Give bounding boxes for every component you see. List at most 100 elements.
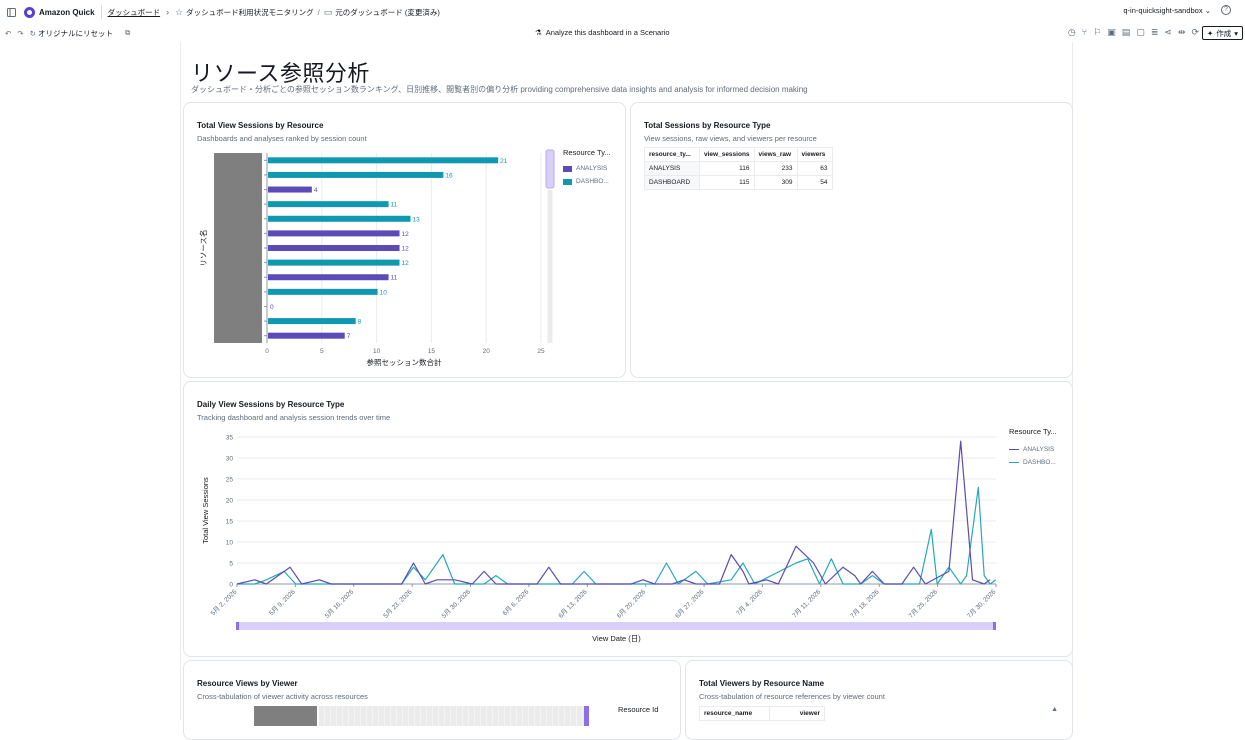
page-subtitle: ダッシュボード・分析ごとの参照セッション数ランキング、日別推移、閲覧者別の偏り分… bbox=[191, 85, 808, 94]
visual-title: Total Sessions by Resource Type bbox=[644, 121, 771, 130]
data-label: 21 bbox=[500, 158, 508, 165]
visual-viewers-by-name[interactable]: Total Viewers by Resource Name Cross-tab… bbox=[685, 660, 1073, 740]
visual-daily-sessions[interactable]: Daily View Sessions by Resource Type Tra… bbox=[183, 381, 1073, 657]
breadcrumb-separator: / bbox=[317, 7, 320, 17]
table-row[interactable]: DASHBOARD 115 309 54 bbox=[644, 175, 833, 190]
x-tick-label: 6月 20, 2026 bbox=[615, 587, 647, 619]
column-header[interactable]: views_raw bbox=[753, 147, 798, 162]
legend-item-analysis[interactable]: ANALYSIS bbox=[1009, 446, 1057, 453]
create-label: 作成 bbox=[1216, 28, 1232, 38]
column-header[interactable]: viewers bbox=[796, 147, 833, 162]
x-axis-title: View Date (日) bbox=[592, 634, 641, 643]
y-tick-label: 5 bbox=[229, 561, 233, 568]
chevron-right-icon: › bbox=[166, 7, 170, 17]
range-handle-right bbox=[993, 622, 996, 630]
data-label: 13 bbox=[412, 216, 420, 223]
top-bar: Amazon Quick ダッシュボード › ☆ ダッシュボード利用状況モニタリ… bbox=[0, 0, 1245, 24]
sheet-icon: ▭ bbox=[323, 6, 333, 17]
redo-icon[interactable]: ↷ bbox=[17, 29, 23, 38]
x-tick-label: 5月 30, 2026 bbox=[440, 587, 472, 619]
bar bbox=[268, 201, 389, 208]
bar bbox=[268, 318, 356, 325]
visual-sessions-by-resource[interactable]: Total View Sessions by Resource Dashboar… bbox=[183, 102, 626, 378]
pivot-table: resource_name viewer bbox=[699, 706, 825, 721]
breadcrumb-current: 元のダッシュボード (変更済み) bbox=[335, 7, 440, 17]
bar bbox=[268, 186, 312, 193]
x-tick-label: 5月 2, 2026 bbox=[209, 587, 239, 617]
data-label: 12 bbox=[402, 260, 410, 267]
reset-button[interactable]: ↻ オリジナルにリセット bbox=[30, 28, 113, 39]
column-header[interactable]: resource_name bbox=[699, 706, 770, 721]
bar bbox=[268, 259, 400, 266]
legend-item-dashboard[interactable]: DASHBO... bbox=[1009, 459, 1057, 466]
legend-swatch bbox=[1009, 448, 1019, 451]
present-icon[interactable]: ⧉ bbox=[125, 28, 130, 38]
y-tick-label: 20 bbox=[226, 498, 234, 505]
y-tick-label: 25 bbox=[226, 477, 234, 484]
undo-icon[interactable]: ↶ bbox=[5, 29, 11, 38]
divider bbox=[100, 5, 102, 19]
column-header[interactable]: resource_ty... bbox=[644, 147, 700, 162]
x-tick-label: 15 bbox=[428, 348, 436, 355]
x-tick-label: 7月 11, 2026 bbox=[791, 587, 823, 619]
data-label: 4 bbox=[314, 187, 318, 194]
series-line bbox=[237, 486, 997, 585]
table-row[interactable]: ANALYSIS 116 233 63 bbox=[644, 161, 833, 176]
column-header[interactable]: viewer bbox=[769, 706, 825, 721]
x-tick-label: 0 bbox=[265, 348, 269, 355]
data-label: 0 bbox=[270, 304, 274, 311]
table-cell: DASHBOARD bbox=[644, 175, 700, 190]
x-tick-label: 5月 9, 2026 bbox=[267, 587, 297, 617]
legend-item-analysis[interactable]: ANALYSIS bbox=[563, 165, 611, 172]
bar-chart: 0 5 10 15 20 252116411131212121110087参照セッション数… bbox=[198, 149, 555, 367]
save-icon[interactable]: ▢ bbox=[1136, 27, 1145, 38]
app-name: Amazon Quick bbox=[39, 7, 95, 17]
star-icon[interactable]: ☆ bbox=[175, 7, 183, 18]
sidebar-toggle-icon[interactable] bbox=[4, 5, 18, 19]
bar bbox=[268, 288, 378, 295]
category-labels-block bbox=[214, 153, 262, 343]
data-label: 12 bbox=[402, 246, 410, 253]
column-header[interactable]: view_sessions bbox=[699, 147, 755, 162]
data-label: 16 bbox=[445, 172, 453, 179]
scroll-up-icon[interactable]: ▲ bbox=[1051, 706, 1058, 713]
legend-label: DASHBO... bbox=[1023, 459, 1056, 466]
scrollbar-thumb[interactable] bbox=[584, 706, 589, 726]
caret-down-icon: ▾ bbox=[1234, 28, 1238, 38]
scenario-icon: ⚗ bbox=[535, 28, 542, 37]
branch-icon[interactable]: ⑂ bbox=[1082, 27, 1087, 38]
scenario-button[interactable]: ⚗ Analyze this dashboard in a Scenario bbox=[535, 28, 670, 37]
app-logo[interactable]: Amazon Quick bbox=[24, 6, 95, 18]
schedule-icon[interactable]: ◷ bbox=[1068, 27, 1076, 38]
visual-title: Total Viewers by Resource Name bbox=[699, 679, 825, 688]
dataset-icon[interactable]: ≣ bbox=[1151, 27, 1159, 38]
table-cell: 116 bbox=[699, 161, 755, 176]
legend-swatch bbox=[1009, 461, 1019, 464]
create-button[interactable]: ✦ 作成 ▾ bbox=[1201, 26, 1243, 40]
visual-subtitle: Cross-tabulation of resource references … bbox=[699, 692, 885, 701]
visual-views-by-viewer[interactable]: Resource Views by Viewer Cross-tabulatio… bbox=[183, 660, 681, 740]
x-tick-label: 6月 6, 2026 bbox=[501, 587, 531, 617]
refresh-icon[interactable]: ⟳ bbox=[1191, 27, 1199, 38]
document-icon[interactable]: ▤ bbox=[1122, 27, 1131, 38]
help-icon[interactable]: ? bbox=[1221, 5, 1231, 15]
account-name: q-in-quicksight-sandbox bbox=[1123, 6, 1203, 15]
visual-sessions-by-type[interactable]: Total Sessions by Resource Type View ses… bbox=[630, 102, 1073, 378]
bar-legend: Resource Ty... ANALYSIS DASHBO... bbox=[563, 148, 611, 185]
bookmark-icon[interactable]: ⚐ bbox=[1093, 27, 1101, 38]
breadcrumb-dashboards[interactable]: ダッシュボード bbox=[108, 7, 161, 18]
breadcrumb-parent[interactable]: ダッシュボード利用状況モニタリング bbox=[186, 7, 314, 18]
pivot-table: resource_ty... view_sessions views_raw v… bbox=[644, 147, 833, 190]
legend-item-dashboard[interactable]: DASHBO... bbox=[563, 178, 611, 185]
table-header-row: resource_name viewer bbox=[699, 706, 825, 721]
threshold-icon[interactable]: ▣ bbox=[1107, 27, 1116, 38]
legend-title: Resource Id bbox=[618, 705, 659, 714]
x-axis-title: 参照セッション数合計 bbox=[367, 357, 442, 367]
x-tick-label: 5月 23, 2026 bbox=[382, 587, 414, 619]
fit-icon[interactable]: ⇹ bbox=[1178, 27, 1186, 38]
table-cell: 309 bbox=[753, 175, 798, 190]
table-cell: ANALYSIS bbox=[644, 161, 700, 176]
account-menu[interactable]: q-in-quicksight-sandbox ⌄ bbox=[1123, 6, 1211, 15]
share-icon[interactable]: ⋖ bbox=[1164, 27, 1172, 38]
legend-label: DASHBO... bbox=[576, 178, 609, 185]
